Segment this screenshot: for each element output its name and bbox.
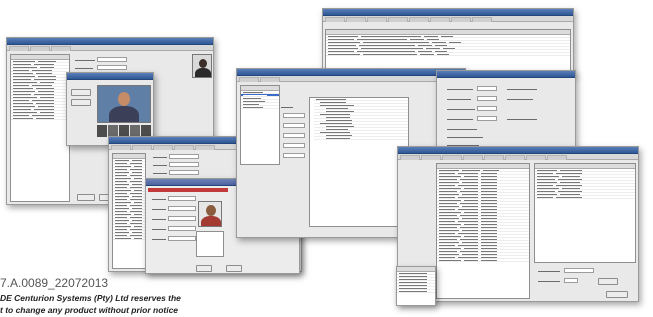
user-list[interactable] [112,153,146,269]
warning-banner [148,188,228,192]
option-field[interactable] [283,143,305,148]
option-field[interactable] [477,116,497,121]
tab-strip[interactable] [7,45,213,51]
people-list[interactable] [10,54,70,202]
disclaimer-line-2: t to change any product without prior no… [0,305,179,315]
apply-button[interactable] [598,278,618,285]
capture-button[interactable] [71,89,91,96]
close-button[interactable] [606,291,628,298]
tab-strip[interactable] [237,76,465,82]
title-bar [67,73,153,80]
event-list[interactable] [436,163,530,299]
surname-field[interactable] [169,162,199,167]
option-field[interactable] [283,153,305,158]
detail-list[interactable] [534,163,636,263]
option-field[interactable] [477,106,497,111]
tab-strip[interactable] [323,16,573,22]
name-field[interactable] [169,154,199,159]
access-tree[interactable] [309,97,409,227]
option-field[interactable] [283,133,305,138]
tab-strip[interactable] [398,154,638,160]
settings-table[interactable] [325,29,571,73]
title-bar [7,38,213,45]
portrait-photo [192,54,212,78]
title-bar [437,71,575,78]
detail-field[interactable] [97,65,127,70]
detail-field[interactable] [168,196,196,201]
log-list[interactable] [397,267,435,305]
id-field[interactable] [169,170,199,175]
filter-field[interactable] [564,268,594,273]
ok-button[interactable] [196,265,212,272]
detail-field[interactable] [168,206,196,211]
document-code: 7.A.0089_22072013 [0,276,109,290]
photo-popup-window [66,72,154,146]
title-bar [323,9,573,16]
disclaimer-line-1: DE Centurion Systems (Pty) Ltd reserves … [0,293,181,303]
filter-field[interactable] [564,278,578,283]
ok-button[interactable] [77,194,95,201]
title-bar [398,147,638,154]
option-field[interactable] [283,113,305,118]
option-field[interactable] [477,96,497,101]
detail-field[interactable] [97,57,127,62]
site-list[interactable] [240,85,280,165]
detail-field[interactable] [168,236,196,241]
detail-field[interactable] [168,226,196,231]
browse-button[interactable] [71,99,91,106]
option-field[interactable] [283,123,305,128]
cancel-button[interactable] [226,265,242,272]
option-field[interactable] [477,86,497,91]
log-window [396,266,436,306]
card-panel [196,231,224,257]
user-photo [198,201,222,227]
capture-photo [97,85,151,123]
settings-window [322,8,574,76]
title-bar [237,69,465,76]
detail-field[interactable] [168,216,196,221]
